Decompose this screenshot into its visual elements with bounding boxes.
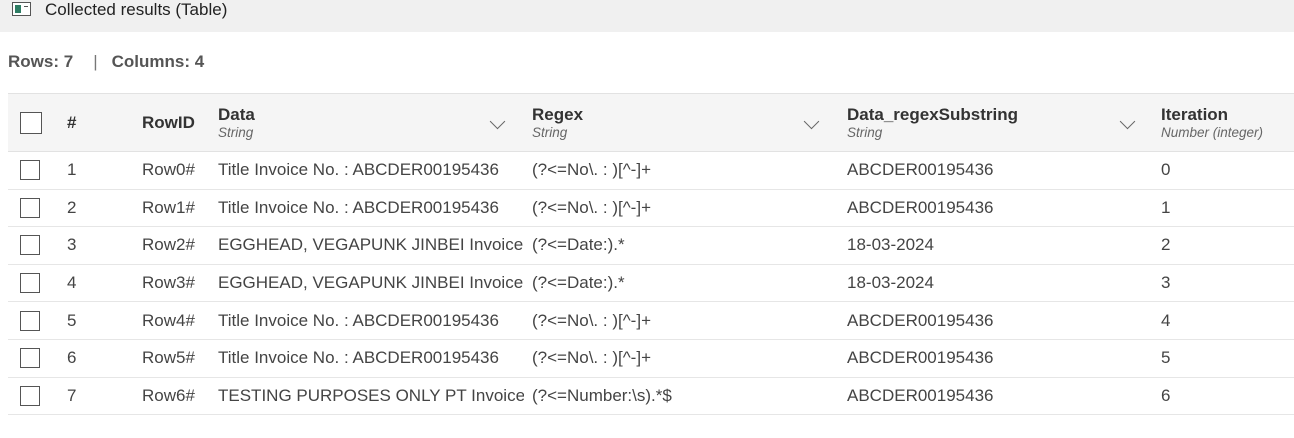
header-iteration-name: Iteration [1161, 104, 1229, 124]
cell-regex: (?<=Number:\s).*$ [532, 385, 672, 405]
cell-iteration: 6 [1161, 385, 1171, 405]
cell-regex: (?<=Date:).* [532, 273, 625, 293]
row-id: Row6# [142, 385, 195, 405]
window-title-bar: Collected results (Table) [0, 0, 1294, 32]
cell-regex: (?<=No\. : )[^-]+ [532, 310, 651, 330]
header-iteration-column[interactable]: Iteration Number (integer) [1161, 94, 1294, 151]
cell-iteration: 0 [1161, 160, 1171, 180]
header-substring-name: Data_regexSubstring [847, 104, 1018, 124]
header-data-column[interactable]: Data String [218, 94, 524, 151]
row-number: 5 [67, 310, 77, 330]
cell-regex: (?<=No\. : )[^-]+ [532, 197, 651, 217]
cell-iteration: 4 [1161, 310, 1171, 330]
cell-iteration: 1 [1161, 197, 1171, 217]
cell-substring: ABCDER00195436 [847, 310, 994, 330]
row-checkbox[interactable] [20, 310, 40, 331]
table-row[interactable]: 3 Row2# EGGHEAD, VEGAPUNK JINBEI Invoice… [8, 227, 1294, 265]
row-checkbox[interactable] [20, 348, 40, 369]
table-header: # RowID Data String Regex String Data_re… [8, 93, 1294, 152]
row-number: 6 [67, 348, 77, 368]
cell-data: Title Invoice No. : ABCDER00195436 [218, 348, 499, 368]
cell-substring: 18-03-2024 [847, 273, 934, 293]
row-checkbox[interactable] [20, 160, 40, 181]
row-number: 3 [67, 235, 77, 255]
cell-substring: ABCDER00195436 [847, 385, 994, 405]
cell-regex: (?<=No\. : )[^-]+ [532, 348, 651, 368]
header-substring-column[interactable]: Data_regexSubstring String [847, 94, 1153, 151]
row-id: Row4# [142, 310, 195, 330]
header-regex-column[interactable]: Regex String [532, 94, 838, 151]
header-num: # [67, 112, 77, 132]
row-id: Row3# [142, 273, 195, 293]
cell-iteration: 3 [1161, 273, 1171, 293]
header-data-name: Data [218, 104, 255, 124]
header-iteration-type: Number (integer) [1161, 124, 1264, 140]
cell-substring: ABCDER00195436 [847, 197, 994, 217]
cell-substring: ABCDER00195436 [847, 160, 994, 180]
table-row[interactable]: 5 Row4# Title Invoice No. : ABCDER001954… [8, 302, 1294, 340]
row-number: 7 [67, 385, 77, 405]
cell-data: EGGHEAD, VEGAPUNK JINBEI Invoice [218, 273, 524, 293]
row-count: Rows: 7 [8, 52, 74, 71]
row-checkbox[interactable] [20, 273, 40, 294]
header-rowid: RowID [142, 112, 195, 132]
select-all-checkbox[interactable] [20, 111, 42, 134]
row-number: 1 [67, 160, 77, 180]
table-row[interactable]: 1 Row0# Title Invoice No. : ABCDER001954… [8, 152, 1294, 190]
table-summary: Rows: 7 | Columns: 4 [8, 52, 204, 72]
table-row[interactable]: 6 Row5# Title Invoice No. : ABCDER001954… [8, 340, 1294, 378]
cell-data: Title Invoice No. : ABCDER00195436 [218, 160, 499, 180]
table-row[interactable]: 2 Row1# Title Invoice No. : ABCDER001954… [8, 190, 1294, 228]
cell-iteration: 2 [1161, 235, 1171, 255]
row-id: Row0# [142, 160, 195, 180]
header-regex-type: String [532, 124, 568, 140]
cell-substring: ABCDER00195436 [847, 348, 994, 368]
table-row[interactable]: 4 Row3# EGGHEAD, VEGAPUNK JINBEI Invoice… [8, 265, 1294, 303]
row-id: Row5# [142, 348, 195, 368]
cell-data: Title Invoice No. : ABCDER00195436 [218, 197, 499, 217]
cell-iteration: 5 [1161, 348, 1171, 368]
table-row[interactable]: 7 Row6# TESTING PURPOSES ONLY PT Invoice… [8, 378, 1294, 416]
row-number: 4 [67, 273, 77, 293]
summary-separator: | [93, 52, 98, 71]
cell-substring: 18-03-2024 [847, 235, 934, 255]
cell-data: TESTING PURPOSES ONLY PT Invoice [218, 385, 524, 405]
row-checkbox[interactable] [20, 197, 40, 218]
header-regex-name: Regex [532, 104, 584, 124]
row-id: Row2# [142, 235, 195, 255]
cell-regex: (?<=Date:).* [532, 235, 625, 255]
results-table: # RowID Data String Regex String Data_re… [8, 93, 1294, 416]
row-number: 2 [67, 197, 77, 217]
cell-data: EGGHEAD, VEGAPUNK JINBEI Invoice [218, 235, 524, 255]
cell-regex: (?<=No\. : )[^-]+ [532, 160, 651, 180]
header-data-type: String [218, 124, 254, 140]
table-window-icon [12, 2, 31, 16]
window-title: Collected results (Table) [45, 0, 228, 19]
row-checkbox[interactable] [20, 385, 40, 406]
cell-data: Title Invoice No. : ABCDER00195436 [218, 310, 499, 330]
column-count: Columns: 4 [111, 52, 205, 71]
row-id: Row1# [142, 197, 195, 217]
header-substring-type: String [847, 124, 883, 140]
row-checkbox[interactable] [20, 235, 40, 256]
